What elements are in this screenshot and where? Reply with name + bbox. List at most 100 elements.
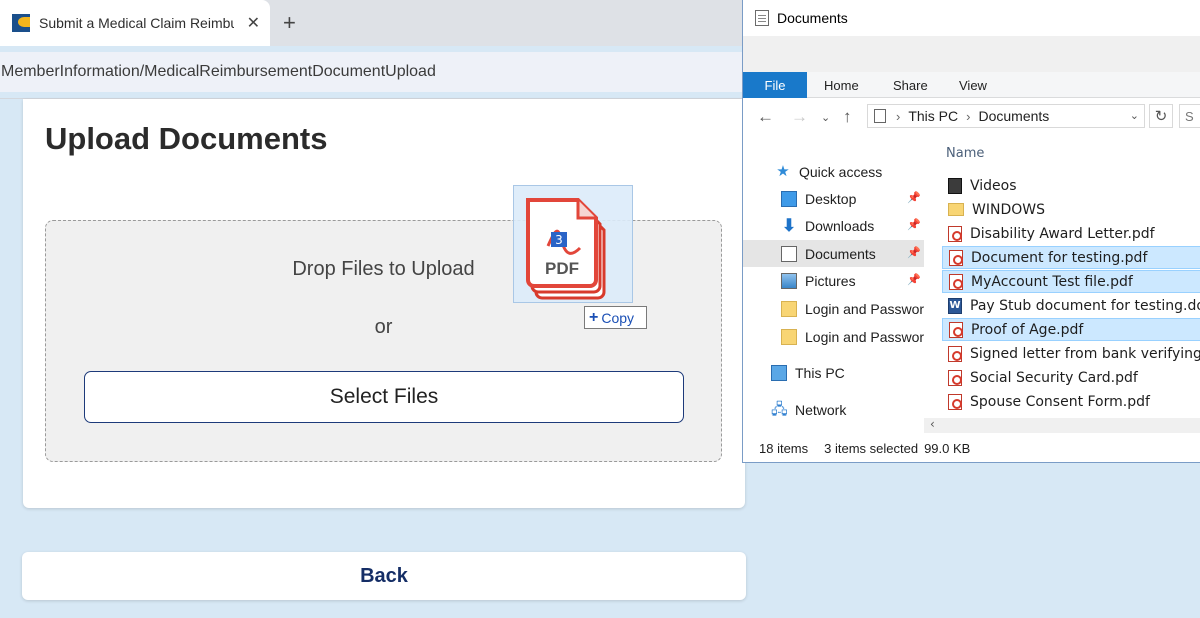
new-tab-plus-icon[interactable]: + [283, 10, 296, 36]
nav-item-downloads[interactable]: ⬇ Downloads 📌 [743, 212, 927, 239]
tab-close-icon[interactable]: ✕ [247, 13, 260, 32]
recent-locations-chevron-icon[interactable]: ⌄ [821, 111, 830, 124]
network-icon: 🖧 [771, 400, 788, 418]
pdf-file-icon: 3 PDF [526, 198, 606, 300]
select-files-button[interactable]: Select Files [84, 371, 684, 423]
file-list: Name ⌃ Videos WINDOWS Disability Award L… [924, 138, 1200, 433]
ribbon-tab-view[interactable]: View [959, 72, 987, 98]
navigation-pane: ★ Quick access Desktop 📌 ⬇ Downloads 📌 D… [743, 138, 927, 433]
pin-icon[interactable]: 📌 [907, 273, 921, 286]
scroll-left-icon[interactable]: ‹ [930, 417, 935, 431]
path-dropdown-icon[interactable]: ⌄ [1130, 109, 1139, 122]
column-header-name[interactable]: Name [946, 146, 984, 161]
nav-item-documents[interactable]: Documents 📌 [743, 240, 927, 267]
back-button-label: Back [360, 564, 408, 587]
file-row[interactable]: Spouse Consent Form.pdf [942, 390, 1200, 413]
quick-access-toolbar [743, 36, 1200, 72]
pictures-icon [781, 272, 797, 289]
sort-ascending-icon: ⌃ [1082, 138, 1092, 146]
nav-item-label: Documents [805, 245, 876, 262]
ribbon-tab-share[interactable]: Share [893, 72, 928, 98]
file-name: Signed letter from bank verifying your [970, 345, 1200, 362]
search-documents-input[interactable]: S [1179, 104, 1200, 128]
browser-tab-active[interactable]: Submit a Medical Claim Reimbursement ✕ [0, 0, 270, 46]
file-type-label: PDF [545, 259, 579, 278]
file-row[interactable]: Disability Award Letter.pdf [942, 222, 1200, 245]
back-button[interactable]: Back [22, 552, 746, 600]
nav-item-label: Desktop [805, 190, 857, 207]
file-row[interactable]: Social Security Card.pdf [942, 366, 1200, 389]
explorer-title: Documents [777, 10, 848, 26]
folder-icon [781, 328, 797, 345]
nav-item-login-folder[interactable]: Login and Password [743, 323, 927, 350]
upload-card: Upload Documents Drop Files to Upload or… [23, 99, 745, 508]
path-this-pc[interactable]: This PC [908, 108, 958, 124]
file-name: Disability Award Letter.pdf [970, 225, 1155, 242]
back-arrow-icon[interactable]: ← [757, 107, 774, 127]
pdf-icon [948, 225, 962, 242]
computer-icon [771, 364, 787, 381]
file-name: WINDOWS [972, 201, 1045, 218]
pdf-icon [948, 345, 962, 362]
explorer-title-bar[interactable]: Documents [743, 0, 1200, 36]
file-row[interactable]: WINDOWS [942, 198, 1200, 221]
pdf-icon [948, 393, 962, 410]
refresh-icon[interactable]: ↻ [1149, 104, 1173, 128]
address-path[interactable]: › This PC › Documents ⌄ [867, 104, 1145, 128]
pin-icon[interactable]: 📌 [907, 218, 921, 231]
file-name: Videos [970, 177, 1017, 194]
ribbon-tab-home[interactable]: Home [824, 72, 859, 98]
horizontal-scrollbar[interactable]: ‹ [924, 417, 1200, 433]
copy-drag-tooltip: + Copy [584, 306, 647, 329]
navigation-bar: ← → ⌄ ↑ › This PC › Documents ⌄ ↻ S [743, 98, 1200, 138]
pdf-icon [949, 321, 963, 338]
word-document-icon: W [948, 297, 962, 314]
nav-item-label: Downloads [805, 217, 875, 234]
forward-arrow-icon[interactable]: → [791, 107, 808, 127]
file-row[interactable]: Videos [942, 174, 1200, 197]
file-name: Pay Stub document for testing.docx [970, 297, 1200, 314]
pin-icon[interactable]: 📌 [907, 246, 921, 259]
documents-icon [755, 10, 769, 26]
folder-icon [781, 300, 797, 317]
path-chevron-icon[interactable]: › [896, 109, 900, 124]
path-documents[interactable]: Documents [978, 108, 1049, 124]
nav-item-desktop[interactable]: Desktop 📌 [743, 185, 927, 212]
file-name: MyAccount Test file.pdf [971, 273, 1133, 290]
pdf-icon [949, 249, 963, 266]
selection-size: 99.0 KB [924, 441, 971, 456]
nav-item-label: This PC [795, 364, 845, 381]
file-name: Proof of Age.pdf [971, 321, 1084, 338]
download-icon: ⬇ [781, 215, 797, 235]
file-row-selected[interactable]: Document for testing.pdf [942, 246, 1200, 269]
up-arrow-icon[interactable]: ↑ [843, 107, 852, 127]
nav-item-quick-access[interactable]: ★ Quick access [743, 158, 927, 185]
path-chevron-icon[interactable]: › [966, 109, 970, 124]
file-row[interactable]: W Pay Stub document for testing.docx [942, 294, 1200, 317]
nav-item-label: Pictures [805, 272, 856, 289]
address-url: MemberInformation/MedicalReimbursementDo… [1, 63, 436, 80]
selection-count: 3 items selected [824, 441, 919, 456]
file-row-selected[interactable]: Proof of Age.pdf [942, 318, 1200, 341]
pin-icon[interactable]: 📌 [907, 191, 921, 204]
nav-item-label: Login and Password [805, 328, 927, 345]
status-bar: 18 items 3 items selected 99.0 KB [743, 435, 1200, 462]
nav-item-network[interactable]: 🖧 Network [743, 396, 927, 423]
count-badge-label: 3 [555, 233, 563, 247]
page-title: Upload Documents [45, 121, 328, 156]
nav-item-login-folder[interactable]: Login and Password [743, 295, 927, 322]
nav-item-this-pc[interactable]: This PC [743, 359, 927, 386]
file-row-selected[interactable]: MyAccount Test file.pdf [942, 270, 1200, 293]
ribbon-tab-file[interactable]: File [743, 72, 807, 98]
nav-item-label: Quick access [799, 163, 883, 180]
video-folder-icon [948, 177, 962, 194]
nav-item-pictures[interactable]: Pictures 📌 [743, 267, 927, 294]
file-row[interactable]: Signed letter from bank verifying your [942, 342, 1200, 365]
file-name: Document for testing.pdf [971, 249, 1148, 266]
file-name: Social Security Card.pdf [970, 369, 1138, 386]
item-count: 18 items [759, 441, 809, 456]
ribbon-tabs: File Home Share View [743, 72, 1200, 98]
drag-preview: 3 PDF [513, 185, 633, 303]
pdf-icon [949, 273, 963, 290]
nav-item-label: Login and Password [805, 300, 927, 317]
